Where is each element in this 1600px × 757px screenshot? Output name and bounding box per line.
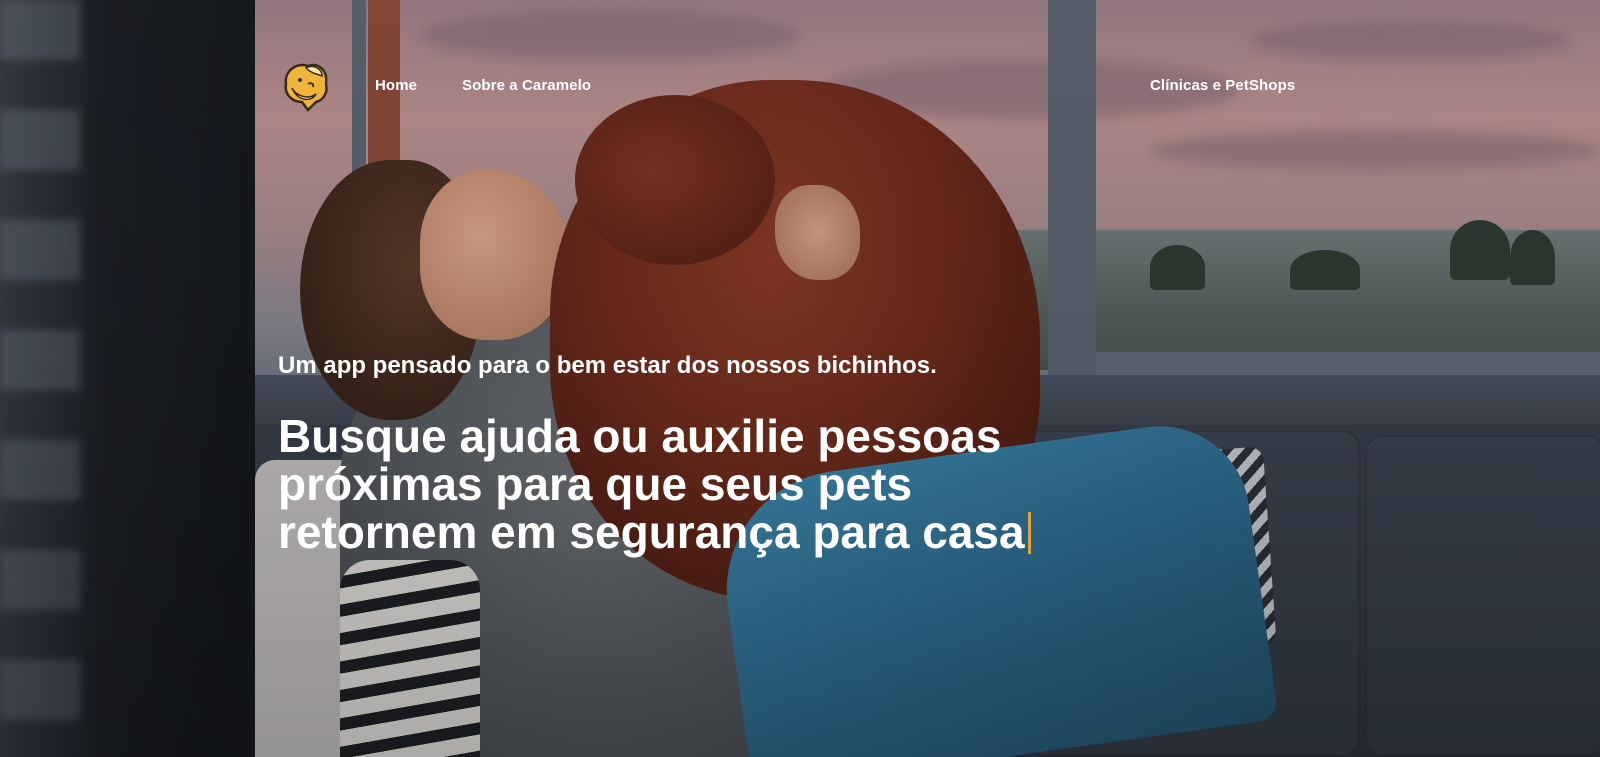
hero-section: Home Sobre a Caramelo Clínicas e PetShop…: [0, 0, 1600, 757]
typing-caret: [1027, 512, 1031, 554]
hero-subtitle: Um app pensado para o bem estar dos noss…: [278, 352, 937, 379]
caramelo-logo-icon[interactable]: [278, 58, 332, 112]
top-navigation: Home Sobre a Caramelo Clínicas e PetShop…: [0, 0, 1600, 170]
hero-content: Um app pensado para o bem estar dos noss…: [278, 350, 1178, 556]
nav-link-home[interactable]: Home: [375, 77, 417, 94]
nav-link-sobre-a-caramelo[interactable]: Sobre a Caramelo: [462, 77, 591, 94]
dog-logo-icon: [284, 63, 328, 112]
nav-link-clinicas-e-petshops[interactable]: Clínicas e PetShops: [1150, 77, 1295, 94]
hero-headline: Busque ajuda ou auxilie pessoas próximas…: [278, 412, 1098, 556]
hero-headline-text: Busque ajuda ou auxilie pessoas próximas…: [278, 410, 1025, 558]
